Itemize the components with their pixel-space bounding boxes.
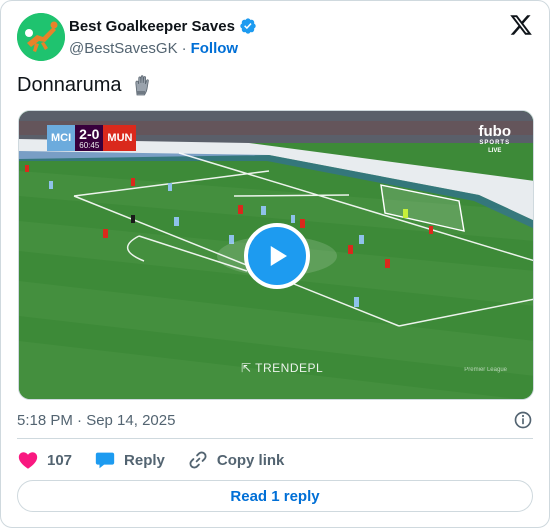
author-display-name[interactable]: Best Goalkeeper Saves — [69, 18, 235, 35]
goalkeeper-glove-icon — [134, 75, 149, 96]
scoreboard: MCI 2-0 60:45 MUN — [47, 125, 137, 151]
video-player[interactable]: MCI 2-0 60:45 MUN fubo SPORTS LIVE ⇱ TRE… — [18, 110, 534, 400]
tweet-text: Donnaruma — [17, 73, 154, 97]
author-handle[interactable]: @BestSavesGK — [69, 40, 178, 57]
follow-button[interactable]: Follow — [191, 40, 239, 57]
avatar[interactable] — [17, 13, 65, 61]
handle-separator: · — [181, 39, 187, 57]
copy-link-label: Copy link — [216, 451, 285, 469]
watermark-text: TRENDEPL — [255, 361, 324, 375]
like-button[interactable]: 107 — [17, 449, 72, 471]
tweet-meta: 5:18 PM · Sep 14, 2025 — [17, 410, 533, 430]
verified-badge-icon — [240, 18, 256, 34]
home-team: MCI — [47, 125, 76, 151]
match-score: 2-0 60:45 — [75, 125, 104, 151]
video-watermark: ⇱ TRENDEPL — [241, 361, 323, 375]
reply-bubble-icon — [95, 452, 115, 469]
watermark-arrow-icon: ⇱ — [241, 361, 256, 375]
tweet-body: Donnaruma — [17, 73, 122, 96]
broadcaster-sub: SPORTS — [479, 140, 511, 146]
tweet-card[interactable]: Best Goalkeeper Saves @BestSavesGK · Fol… — [0, 0, 550, 528]
reply-label: Reply — [124, 451, 165, 469]
broadcaster-logo: fubo SPORTS LIVE — [478, 123, 511, 155]
reply-button[interactable]: Reply — [94, 449, 165, 471]
like-count: 107 — [47, 451, 73, 469]
copy-link-button[interactable]: Copy link — [187, 449, 285, 471]
away-team: MUN — [103, 125, 137, 151]
live-indicator: LIVE — [488, 148, 502, 154]
play-button[interactable] — [244, 223, 310, 289]
play-icon — [270, 246, 287, 266]
broadcaster-name: fubo — [478, 123, 511, 140]
score-value: 2-0 — [79, 125, 100, 142]
heart-icon — [18, 452, 38, 469]
info-icon[interactable] — [513, 410, 533, 430]
match-clock: 60:45 — [79, 140, 100, 150]
divider — [17, 438, 533, 439]
x-logo-icon[interactable] — [509, 13, 533, 37]
tweet-header: Best Goalkeeper Saves @BestSavesGK · Fol… — [17, 13, 533, 63]
avatar-goalkeeper-icon — [17, 13, 65, 61]
tweet-actions: 107 Reply Copy link — [17, 448, 306, 472]
read-replies-button[interactable]: Read 1 reply — [17, 480, 533, 512]
link-icon — [189, 451, 207, 469]
tweet-timestamp[interactable]: 5:18 PM · Sep 14, 2025 — [17, 412, 175, 429]
video-credit: Premier League — [464, 367, 507, 373]
